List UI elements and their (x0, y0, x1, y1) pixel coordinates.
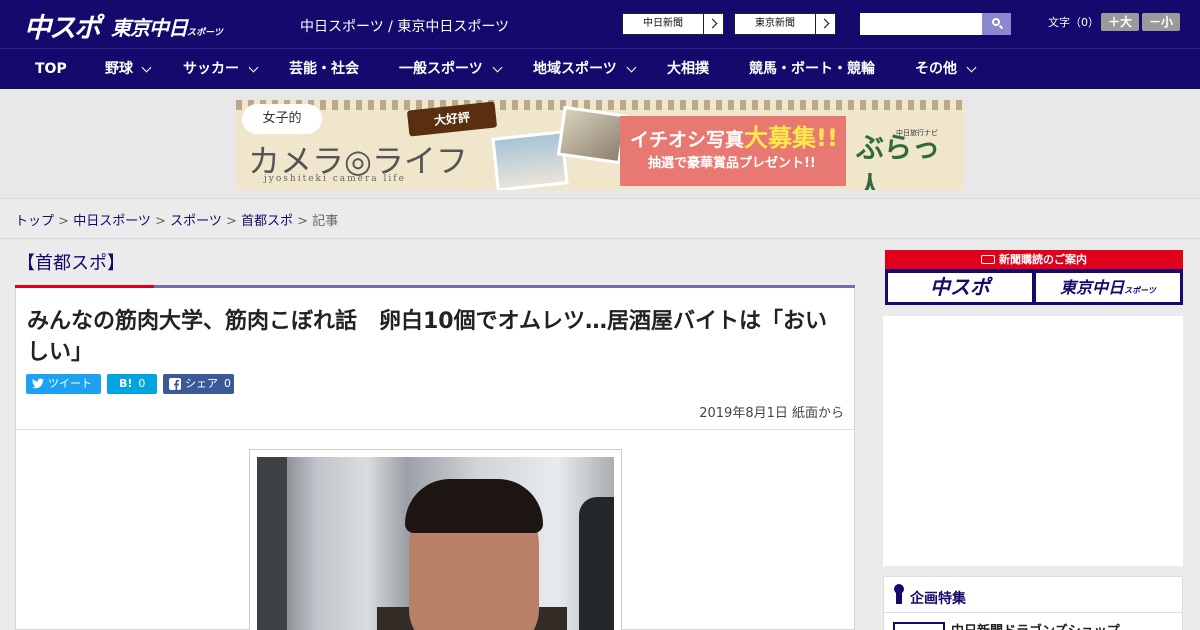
chevron-right-icon (815, 14, 835, 34)
nav-item-racing[interactable]: 競馬・ボート・競輪 (749, 49, 875, 89)
tokyo-chunichi-subscribe-logo-small: スポーツ (1124, 286, 1156, 295)
font-larger-button[interactable]: ＋大 (1101, 13, 1139, 31)
main-nav: TOP 野球 サッカー 芸能・社会 一般スポーツ 地域スポーツ 大相撲 競馬・ボ… (0, 48, 1200, 89)
font-smaller-button[interactable]: －小 (1142, 13, 1180, 31)
banner-promo-line2: 抽選で豪華賞品プレゼント!! (648, 156, 816, 171)
sidebar-ad[interactable] (883, 316, 1183, 566)
pin-icon (894, 584, 904, 604)
site-links[interactable]: 中日スポーツ / 東京中日スポーツ (300, 16, 509, 36)
facebook-share-count: 0 (224, 377, 231, 390)
chunichi-shimbun-button[interactable]: 中日新聞 (622, 13, 724, 35)
article-headline: みんなの筋肉大学、筋肉こぼれ話 卵白10個でオムレツ…居酒屋バイトは「おいしい」 (27, 309, 827, 365)
article-dateline: 2019年8月1日 紙面から (699, 406, 844, 421)
banner-photo (491, 130, 569, 190)
facebook-icon (169, 378, 181, 393)
tokyo-chunichi-subscribe-logo: 東京中日 (1060, 278, 1125, 297)
search-button[interactable] (982, 13, 1011, 35)
newspaper-subscription-title-text: 新聞購読のご案内 (999, 253, 1087, 266)
tokyo-chunichi-sports-logo[interactable]: 東京中日スポーツ (111, 12, 223, 41)
banner-bubble: 女子的 (242, 104, 322, 134)
chevron-down-icon[interactable] (492, 62, 503, 73)
chevron-down-icon[interactable] (248, 62, 259, 73)
twitter-bird-icon (32, 378, 44, 392)
divider (0, 238, 1200, 239)
nav-item-local-sports[interactable]: 地域スポーツ (533, 49, 617, 89)
banner-lace-border (236, 100, 964, 110)
nav-item-baseball[interactable]: 野球 (105, 49, 133, 89)
hatena-count: 0 (138, 377, 146, 390)
nav-item-sumo[interactable]: 大相撲 (667, 49, 709, 89)
breadcrumb-chunichi-sports[interactable]: 中日スポーツ (73, 214, 151, 229)
hatena-icon: B! (119, 377, 133, 390)
chevron-down-icon[interactable] (966, 62, 977, 73)
nav-item-other[interactable]: その他 (915, 49, 957, 89)
chevron-down-icon[interactable] (626, 62, 637, 73)
tokyo-shimbun-label: 東京新聞 (755, 18, 795, 29)
chunichi-shimbun-label: 中日新聞 (643, 18, 683, 29)
feature-section-title: 企画特集 (910, 591, 966, 607)
banner-brand: ぶらっ人 (856, 131, 941, 190)
breadcrumb: トップ > 中日スポーツ > スポーツ > 首都スポ > 記事 (15, 210, 338, 229)
photo-background-shadow (257, 457, 287, 630)
banner-promo-line1: イチオシ写真大募集!! (630, 118, 838, 153)
tweet-button[interactable]: ツイート (26, 374, 101, 394)
divider (16, 429, 854, 430)
breadcrumb-top[interactable]: トップ (15, 214, 54, 229)
ticket-icon (981, 255, 995, 264)
article-photo[interactable] (257, 457, 614, 630)
search-input[interactable] (860, 13, 983, 35)
dragons-shop-link[interactable]: 中日新聞ドラゴンズショップ (951, 620, 1120, 630)
photo-background-shadow (579, 497, 614, 630)
section-title: 【首都スポ】 (17, 253, 125, 274)
breadcrumb-separator: > (221, 214, 242, 229)
banner-promo-highlight: 大募集!! (744, 124, 838, 152)
breadcrumb-current: 記事 (312, 214, 339, 229)
chevron-right-icon (703, 14, 723, 34)
nav-item-general-sports[interactable]: 一般スポーツ (399, 49, 483, 89)
facebook-share-label: シェア (185, 377, 218, 390)
newspaper-subscription-title: 新聞購読のご案内 (885, 250, 1183, 269)
breadcrumb-separator: > (54, 214, 74, 229)
breadcrumb-shuto-supo[interactable]: 首都スポ (241, 214, 293, 229)
tokyo-chunichi-logo-main: 東京中日 (111, 16, 188, 40)
font-size-label: 文字（0） (1048, 16, 1099, 29)
nav-item-entertainment[interactable]: 芸能・社会 (289, 49, 359, 89)
tweet-label: ツイート (48, 377, 92, 390)
nav-item-top[interactable]: TOP (35, 49, 67, 89)
nav-item-soccer[interactable]: サッカー (183, 49, 239, 89)
chevron-down-icon[interactable] (141, 62, 152, 73)
card-top-stripe-accent (15, 285, 154, 288)
tokyo-chunichi-logo-small: スポーツ (187, 28, 223, 38)
hatena-bookmark-button[interactable]: B! 0 (107, 374, 157, 394)
banner-promo-prefix: イチオシ写真 (630, 129, 745, 151)
chunichi-sports-subscribe-button[interactable]: 中スポ (888, 273, 1032, 302)
breadcrumb-separator: > (150, 214, 171, 229)
breadcrumb-sports[interactable]: スポーツ (170, 214, 222, 229)
search-icon-handle (998, 24, 1004, 30)
banner-photo (556, 105, 628, 165)
banner-subtitle: jyoshiteki camera life (264, 174, 406, 184)
photo-subject-hair (405, 479, 543, 533)
dragons-shop-thumbnail[interactable] (893, 622, 945, 630)
breadcrumb-separator: > (293, 214, 313, 229)
camera-life-banner[interactable]: 女子的 カメラ◎ライフ jyoshiteki camera life 大好評 イ… (236, 100, 964, 190)
facebook-share-button[interactable]: シェア 0 (163, 374, 234, 394)
tokyo-chunichi-subscribe-button[interactable]: 東京中日スポーツ (1036, 273, 1180, 302)
chunichi-sports-logo[interactable]: 中スポ (24, 6, 101, 45)
tokyo-shimbun-button[interactable]: 東京新聞 (734, 13, 836, 35)
top-header: 中スポ 東京中日スポーツ 中日スポーツ / 東京中日スポーツ 中日新聞 東京新聞… (0, 0, 1200, 48)
